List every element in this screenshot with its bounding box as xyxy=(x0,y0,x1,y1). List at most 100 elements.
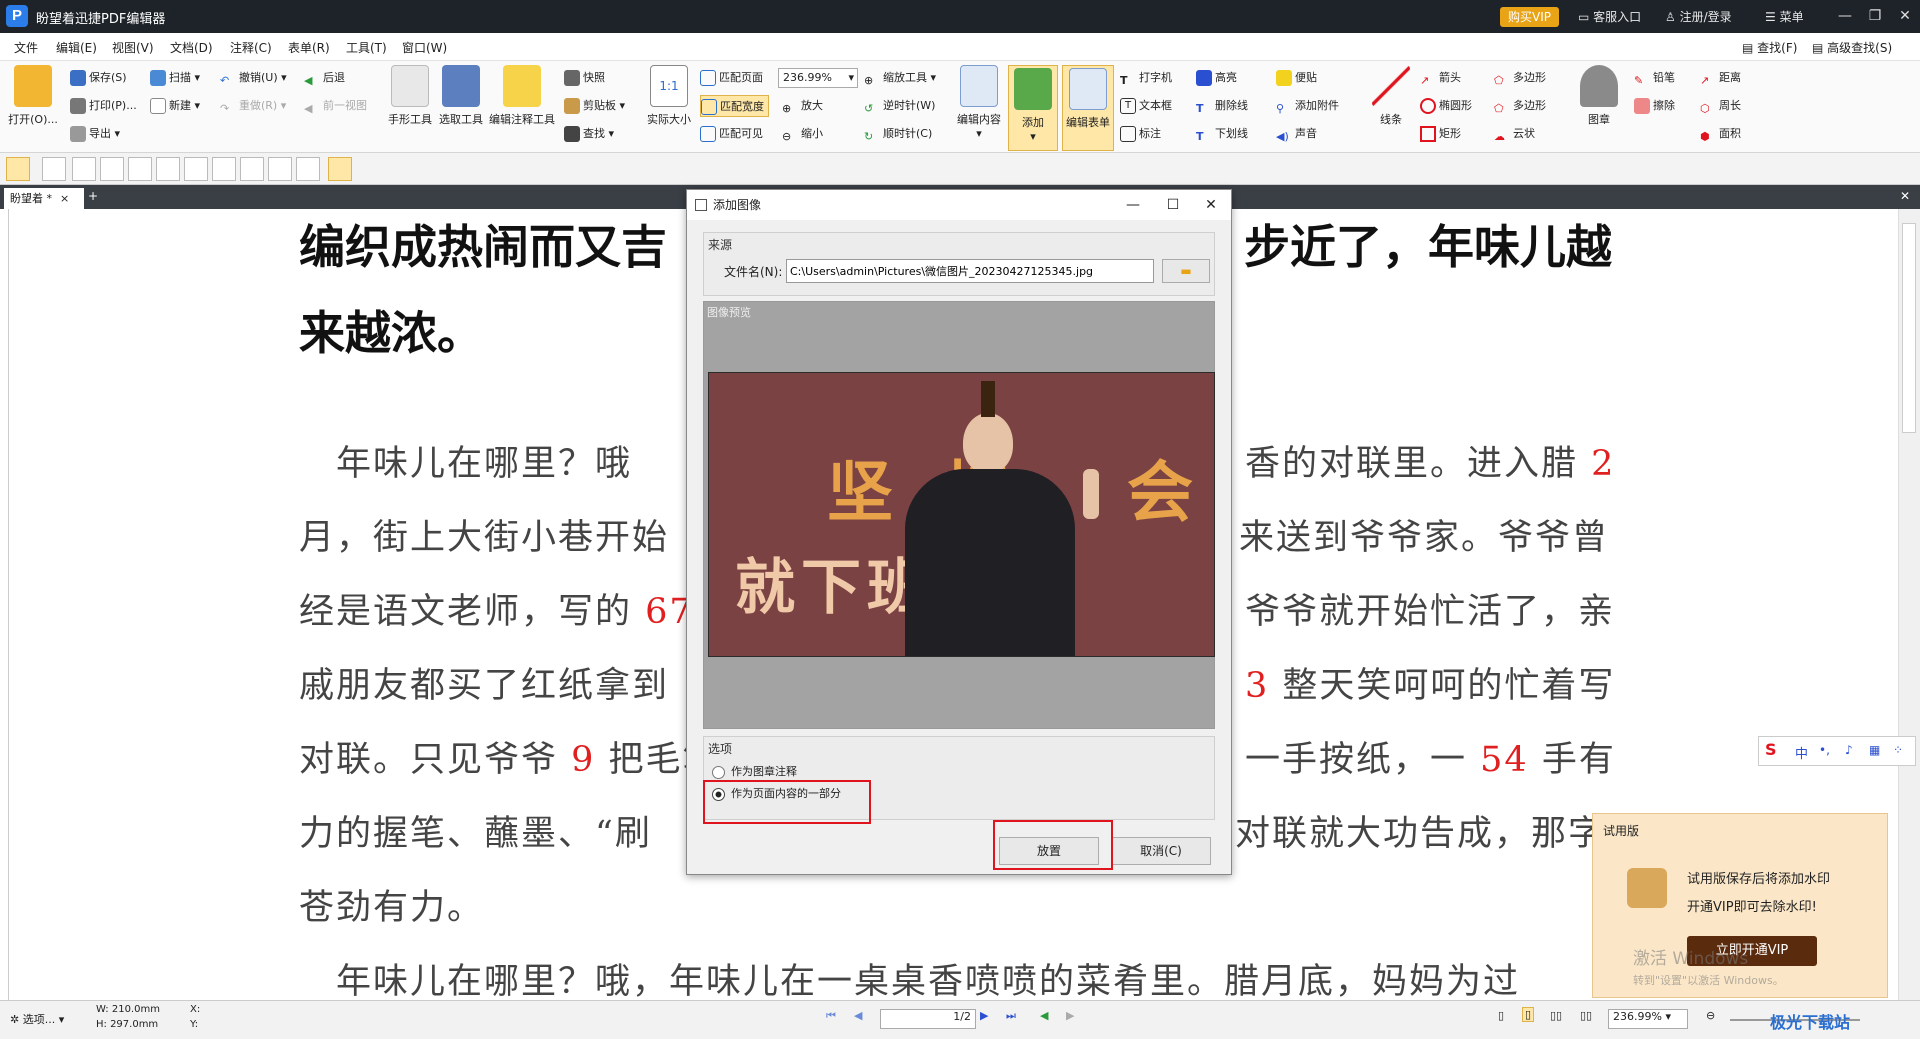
distance-button[interactable]: ↗ 距离 xyxy=(1700,67,1741,89)
dialog-minimize-button[interactable]: — xyxy=(1113,190,1153,220)
cover-icon[interactable]: ▯▯ xyxy=(1580,1009,1592,1022)
vertical-scrollbar[interactable] xyxy=(1898,209,1920,1000)
polyline-button[interactable]: ⬠ 多边形 xyxy=(1494,95,1546,117)
typewriter-button[interactable]: T 打字机 xyxy=(1120,67,1172,89)
actual-size-button[interactable]: 1:1 实际大小 xyxy=(644,65,694,127)
forward-view-icon[interactable]: ▶ xyxy=(1066,1009,1074,1022)
edit-content-button[interactable]: 编辑内容 ▾ xyxy=(954,65,1004,140)
textbox-button[interactable]: T 文本框 xyxy=(1120,95,1172,117)
select-tool-button[interactable]: 选取工具 xyxy=(436,65,486,127)
fit-page-button[interactable]: 匹配页面 xyxy=(700,67,763,89)
grid-icon[interactable]: ⁘ xyxy=(1893,743,1903,757)
menu-comment[interactable]: 注释(C) xyxy=(230,39,272,56)
ime-lang[interactable]: 中 xyxy=(1795,743,1808,762)
first-page-icon[interactable]: ⏮ xyxy=(826,1009,836,1023)
menu-document[interactable]: 文档(D) xyxy=(170,39,213,56)
align-icon[interactable] xyxy=(328,157,352,181)
radio-unchecked-icon[interactable] xyxy=(712,765,725,779)
radio-icon[interactable] xyxy=(100,157,124,181)
find-tool-button[interactable]: 查找 ▾ xyxy=(564,123,614,145)
menu-form[interactable]: 表单(R) xyxy=(288,39,330,56)
status-zoom-combo[interactable]: 236.99% ▾ xyxy=(1608,1009,1688,1029)
button-field-icon[interactable] xyxy=(184,157,208,181)
snapshot-button[interactable]: 快照 xyxy=(564,67,605,89)
note-button[interactable]: 便贴 xyxy=(1276,67,1317,89)
hand-tool-button[interactable]: 手形工具 xyxy=(384,65,436,127)
last-page-icon[interactable]: ⏭ xyxy=(1006,1009,1016,1023)
export-button[interactable]: 导出 ▾ xyxy=(70,123,120,145)
options-button[interactable]: ✲ 选项... ▾ xyxy=(10,1011,64,1027)
save-button[interactable]: 保存(S) xyxy=(70,67,127,89)
listbox-icon[interactable] xyxy=(128,157,152,181)
barcode-icon[interactable] xyxy=(240,157,264,181)
filename-input[interactable] xyxy=(786,259,1154,283)
scrollbar-thumb[interactable] xyxy=(1902,223,1916,433)
stamp-button[interactable]: 图章 xyxy=(1574,65,1624,127)
add-tab-icon[interactable]: + xyxy=(88,189,98,203)
back-button[interactable]: ◀ 后退 xyxy=(304,67,345,89)
polygon-button[interactable]: ⬠ 多边形 xyxy=(1494,67,1546,89)
strikeout-button[interactable]: T 删除线 xyxy=(1196,95,1248,117)
ime-toolbar[interactable]: S 中 •, ♪ ▦ ⁘ xyxy=(1758,736,1916,766)
sound-button[interactable]: ◀) 声音 xyxy=(1276,123,1317,145)
zoom-out-icon[interactable]: ⊖ xyxy=(1706,1009,1715,1022)
area-button[interactable]: ⬢ 面积 xyxy=(1700,123,1741,145)
text-field-icon[interactable] xyxy=(42,157,66,181)
menu-window[interactable]: 窗口(W) xyxy=(402,39,447,56)
menu-tools[interactable]: 工具(T) xyxy=(346,39,387,56)
mic-icon[interactable]: ♪ xyxy=(1845,743,1853,757)
dialog-close-button[interactable]: ✕ xyxy=(1191,190,1231,220)
zoom-out-button[interactable]: ⊖ 缩小 xyxy=(782,123,823,145)
close-all-icon[interactable]: ✕ xyxy=(1900,189,1910,203)
zoom-combo[interactable]: 236.99% ▾ xyxy=(778,68,858,88)
fit-visible-button[interactable]: 匹配可见 xyxy=(700,123,763,145)
advanced-find-button[interactable]: ▤ 高级查找(S) xyxy=(1812,39,1892,56)
menu-file[interactable]: 文件 xyxy=(14,39,38,56)
print-button[interactable]: 打印(P)... xyxy=(70,95,137,117)
prev-view-button[interactable]: ◀ 前一视图 xyxy=(304,95,367,117)
facing-icon[interactable]: ▯▯ xyxy=(1550,1009,1562,1022)
login-link[interactable]: ♙ 注册/登录 xyxy=(1665,8,1732,25)
edit-form-button[interactable]: 编辑表单 xyxy=(1062,65,1114,151)
rotate-cw-button[interactable]: ↻ 顺时针(C) xyxy=(864,123,932,145)
cancel-button[interactable]: 取消(C) xyxy=(1111,837,1211,865)
close-button[interactable]: ✕ xyxy=(1890,2,1920,30)
pointer-icon[interactable] xyxy=(6,157,30,181)
page-input[interactable]: 1/2 xyxy=(880,1009,976,1029)
signature-icon[interactable] xyxy=(212,157,236,181)
menu-edit[interactable]: 编辑(E) xyxy=(56,39,97,56)
punctuation-icon[interactable]: •, xyxy=(1819,743,1830,757)
add-button[interactable]: 添加 ▾ xyxy=(1008,65,1058,151)
fit-width-button[interactable]: 匹配宽度 xyxy=(700,95,769,117)
new-button[interactable]: 新建 ▾ xyxy=(150,95,200,117)
back-view-icon[interactable]: ◀ xyxy=(1040,1009,1048,1022)
arrow-button[interactable]: ↗ 箭头 xyxy=(1420,67,1461,89)
browse-folder-button[interactable]: ▬ xyxy=(1162,259,1210,283)
buy-vip-button[interactable]: 购买VIP xyxy=(1500,7,1559,27)
rect-button[interactable]: 矩形 xyxy=(1420,123,1461,145)
highlight-button[interactable]: 高亮 xyxy=(1196,67,1237,89)
undo-button[interactable]: ↶ 撤销(U) ▾ xyxy=(220,67,287,89)
option-stamp[interactable]: 作为图章注释 xyxy=(712,763,797,779)
zoom-tool-button[interactable]: ⊕ 缩放工具 ▾ xyxy=(864,67,936,89)
attach-button[interactable]: ⚲ 添加附件 xyxy=(1276,95,1339,117)
minimize-button[interactable]: — xyxy=(1830,2,1860,30)
menu-link[interactable]: ☰ 菜单 xyxy=(1765,8,1804,25)
redo-button[interactable]: ↷ 重做(R) ▾ xyxy=(220,95,286,117)
line-button[interactable]: 线条 xyxy=(1366,65,1416,127)
scan-button[interactable]: 扫描 ▾ xyxy=(150,67,200,89)
menu-view[interactable]: 视图(V) xyxy=(112,39,154,56)
pencil-button[interactable]: ✎ 铅笔 xyxy=(1634,67,1675,89)
eraser-button[interactable]: 擦除 xyxy=(1634,95,1675,117)
rotate-ccw-button[interactable]: ↺ 逆时针(W) xyxy=(864,95,935,117)
date-icon[interactable] xyxy=(268,157,292,181)
ellipse-button[interactable]: 椭圆形 xyxy=(1420,95,1472,117)
continuous-icon[interactable]: ▯ xyxy=(1522,1007,1535,1022)
maximize-button[interactable]: ❐ xyxy=(1860,2,1890,30)
single-page-icon[interactable]: ▯ xyxy=(1498,1009,1504,1022)
perimeter-button[interactable]: ⬡ 周长 xyxy=(1700,95,1741,117)
image-field-icon[interactable] xyxy=(296,157,320,181)
zoom-in-button[interactable]: ⊕ 放大 xyxy=(782,95,823,117)
checkbox-icon[interactable] xyxy=(72,157,96,181)
open-button[interactable]: 打开(O)... xyxy=(4,65,62,127)
